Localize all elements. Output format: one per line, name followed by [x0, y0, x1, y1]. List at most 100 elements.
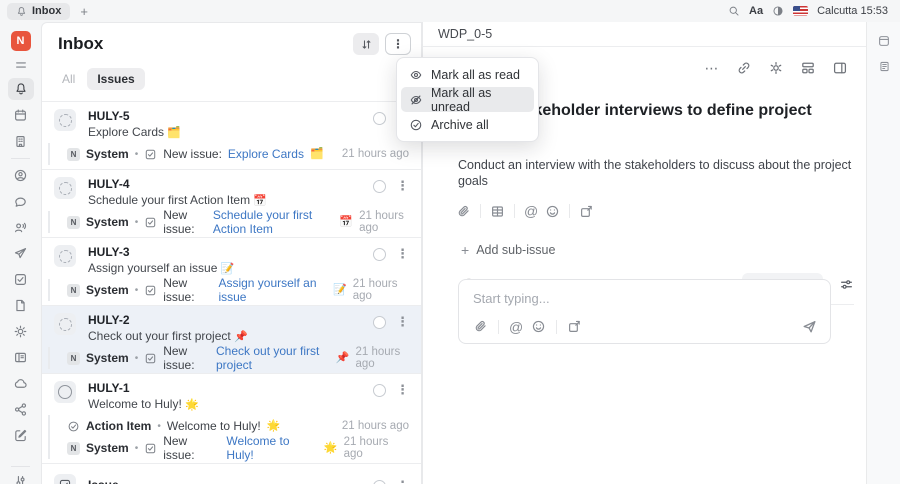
inbox-more-menu: Mark all as read Mark all as unread Arch… [396, 57, 539, 142]
backlog-status-icon [58, 317, 72, 331]
timestamp: 21 hours ago [352, 278, 398, 302]
mention-at-icon[interactable]: @ [509, 319, 523, 335]
inbox-group-huly-1[interactable]: HULY-1 Welcome to Huly! 🌟 ⋮ Action Item … [42, 374, 421, 464]
issue-link[interactable]: Assign yourself an issue [218, 276, 327, 304]
embed-media-icon[interactable] [579, 204, 594, 219]
sidebar-item-chat[interactable] [13, 194, 28, 209]
kebab-menu-icon[interactable]: ⋮ [396, 246, 409, 261]
eye-icon [409, 68, 423, 82]
menu-item-mark-all-unread[interactable]: Mark all as unread [401, 86, 534, 114]
sidebar-item-achievements[interactable] [13, 324, 28, 339]
sidebar-item-drive[interactable] [13, 376, 28, 391]
sidebar-item-cards[interactable] [13, 350, 28, 365]
workspace-logo[interactable]: N [10, 31, 31, 51]
kebab-menu-icon[interactable]: ⋮ [396, 314, 409, 329]
document-widget-icon[interactable] [878, 60, 891, 73]
emoji-smile-icon[interactable] [531, 319, 546, 334]
notification-source: System [86, 147, 129, 161]
new-tab-button[interactable]: + [80, 5, 88, 18]
sidebar-item-contacts[interactable] [13, 168, 28, 183]
read-toggle[interactable] [373, 248, 386, 261]
inbox-group-huly-2[interactable]: HULY-2 Check out your first project 📌 ⋮ … [42, 306, 421, 374]
inbox-more-button[interactable]: ⋮ [385, 33, 411, 55]
issue-title: Assign yourself an issue [88, 261, 218, 275]
notification-row[interactable]: N System • New issue: Welcome to Huly! 🌟… [67, 434, 421, 462]
sidebar-item-office[interactable] [13, 134, 28, 149]
search-icon[interactable] [728, 5, 740, 17]
issue-link[interactable]: Check out your first project [216, 344, 330, 372]
sort-button[interactable] [353, 33, 379, 55]
read-toggle[interactable] [373, 180, 386, 193]
read-toggle[interactable] [373, 384, 386, 397]
sidebar-item-mail[interactable] [13, 246, 28, 261]
inbox-group-huly-4[interactable]: HULY-4 Schedule your first Action Item 📅… [42, 170, 421, 238]
divider [556, 319, 558, 334]
issue-link[interactable]: Schedule your first Action Item [213, 208, 334, 236]
inbox-group-issue[interactable]: Issue ⋮ [42, 464, 421, 484]
font-size-button[interactable]: Aa [749, 5, 763, 17]
notification-row[interactable]: N System • New issue: Check out your fir… [67, 344, 421, 372]
settings-sliders-icon[interactable] [13, 474, 28, 484]
backlog-status-icon [58, 181, 72, 195]
notification-row[interactable]: N System • New issue: Schedule your firs… [67, 208, 421, 236]
sidebar-item-inbox[interactable] [7, 78, 34, 100]
issue-description[interactable]: Conduct an interview with the stakeholde… [458, 157, 852, 189]
sidebar-divider [11, 158, 30, 159]
notification-row[interactable]: N System • New issue: Explore Cards 🗂️ 2… [67, 143, 421, 165]
mention-at-icon[interactable]: @ [524, 203, 538, 219]
settings-button[interactable] [764, 56, 788, 80]
side-panel-toggle[interactable] [828, 56, 852, 80]
issue-link[interactable]: Explore Cards [228, 147, 304, 161]
widget-sidebar [866, 22, 900, 484]
tab-all[interactable]: All [56, 68, 81, 90]
sidebar-item-testing[interactable] [13, 428, 28, 443]
tab-issues[interactable]: Issues [87, 68, 145, 90]
system-avatar: N [67, 215, 80, 229]
copy-link-button[interactable] [732, 56, 756, 80]
language-flag-icon[interactable] [793, 6, 809, 16]
notification-text: Welcome to Huly! [166, 419, 261, 433]
read-toggle[interactable] [373, 112, 386, 125]
kebab-menu-icon[interactable]: ⋮ [396, 382, 409, 397]
window-tab-bar: Inbox + Aa Calcutta 15:53 [0, 0, 900, 22]
issue-id: HULY-5 [88, 109, 130, 123]
layout-button[interactable] [796, 56, 820, 80]
activity-filter-icon[interactable] [839, 277, 854, 292]
sidebar-item-documents[interactable] [13, 298, 28, 313]
kebab-menu-icon[interactable]: ⋮ [396, 178, 409, 193]
comment-box[interactable]: @ [458, 279, 831, 344]
add-sub-issue-button[interactable]: + Add sub-issue [461, 243, 866, 257]
attachment-paperclip-icon[interactable] [456, 204, 471, 219]
read-toggle[interactable] [373, 316, 386, 329]
inbox-group-huly-3[interactable]: HULY-3 Assign yourself an issue 📝 ⋮ N Sy… [42, 238, 421, 306]
table-icon[interactable] [490, 204, 505, 219]
issue-reference[interactable]: WDP_0-5 [438, 27, 492, 41]
more-actions-button[interactable]: ⋯ [700, 56, 724, 80]
page-title: Inbox [58, 34, 104, 53]
attachment-paperclip-icon[interactable] [473, 319, 488, 334]
main-menu-icon[interactable] [14, 58, 28, 72]
notification-row[interactable]: N System • New issue: Assign yourself an… [67, 276, 421, 304]
read-toggle[interactable] [373, 480, 386, 484]
issue-emoji: 📌 [234, 331, 248, 343]
inbox-group-huly-5[interactable]: HULY-5 Explore Cards 🗂️ ⋮ N System • New… [42, 102, 421, 170]
sidebar-item-process[interactable] [13, 402, 28, 417]
workspace-tab-inbox[interactable]: Inbox [7, 2, 71, 20]
embed-media-icon[interactable] [567, 319, 582, 334]
sidebar-item-planner[interactable] [13, 108, 28, 123]
sidebar-divider [11, 466, 30, 467]
comment-input[interactable] [473, 291, 818, 306]
menu-item-mark-all-read[interactable]: Mark all as read [401, 62, 534, 87]
send-message-icon[interactable] [801, 318, 818, 335]
kebab-menu-icon[interactable]: ⋮ [396, 478, 409, 484]
emoji-smile-icon[interactable] [545, 204, 560, 219]
theme-contrast-icon[interactable] [772, 5, 784, 17]
planner-widget-icon[interactable] [877, 34, 891, 48]
bullet: • [134, 148, 139, 160]
sidebar-item-tracker[interactable] [13, 272, 28, 287]
group-label: Issue [88, 478, 373, 484]
notification-action: New issue: [163, 276, 195, 304]
sidebar-item-hr[interactable] [13, 220, 28, 235]
menu-item-archive-all[interactable]: Archive all [401, 112, 534, 137]
issue-link[interactable]: Welcome to Huly! [226, 434, 317, 462]
